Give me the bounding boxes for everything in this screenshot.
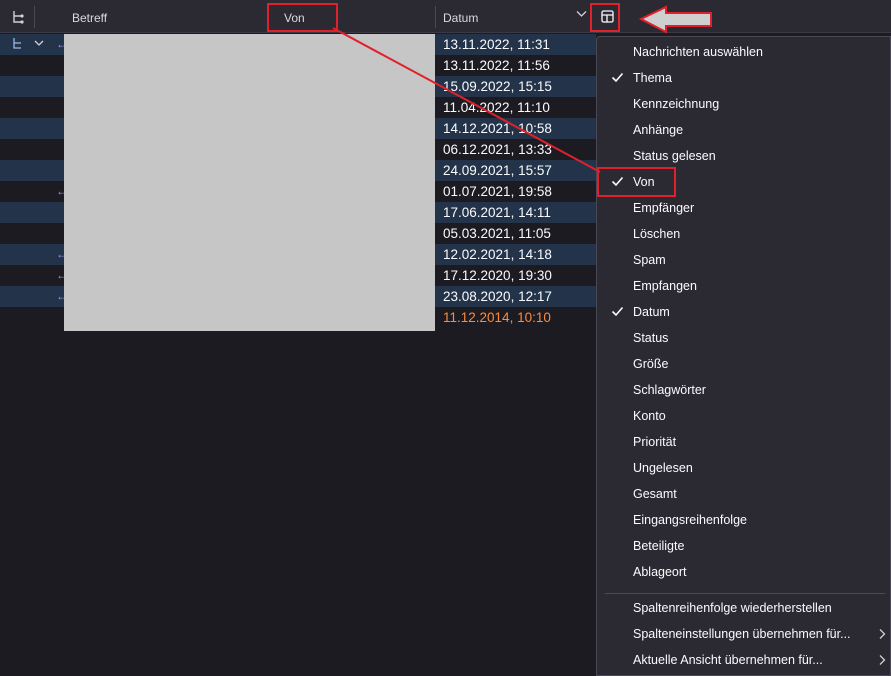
- annotation-connector-line: [332, 27, 601, 173]
- annotation-overlay: [332, 5, 712, 173]
- annotation-arrow-icon: [638, 5, 712, 34]
